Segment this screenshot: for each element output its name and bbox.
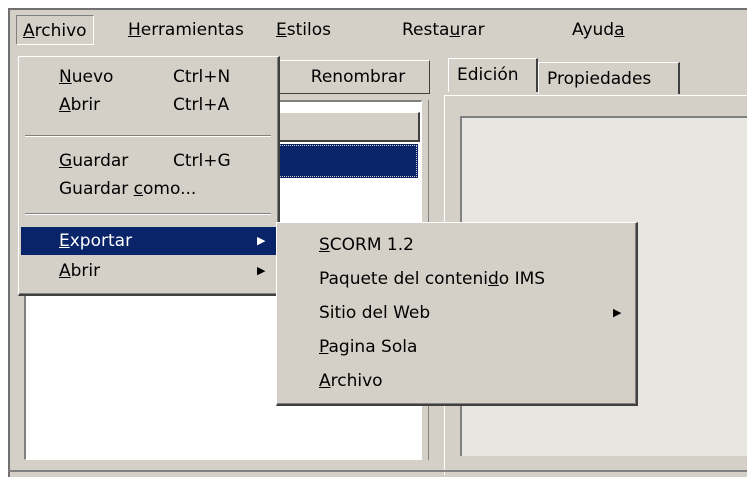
rename-button-label: Renombrar [310,67,406,87]
tab-label: Edición [457,65,519,85]
menu-label: stilos [286,20,331,40]
menu-item-pagina-sola[interactable]: Pagina Sola [279,333,633,361]
menu-item-label: CORM 1.2 [329,235,414,255]
menu-label: erramientas [140,20,244,40]
menu-item-guardar[interactable]: Guardar Ctrl+G [21,147,277,175]
mnemonic: E [59,231,70,251]
mnemonic: A [59,261,71,281]
menu-item-label: brir [70,261,101,281]
menu-label: Ayud [572,20,615,40]
menu-label: rar [460,20,485,40]
menu-item-archivo-export[interactable]: Archivo [279,367,633,395]
mnemonic: H [128,20,141,40]
archivo-menu: Nuevo Ctrl+N Abrir Ctrl+A Guardar Ctrl+G… [18,56,280,296]
menu-item-label: o IMS [498,269,546,289]
menu-item-paquete-ims[interactable]: Paquete del contenido IMS [279,265,633,293]
menu-item-exportar[interactable]: Exportar ▶ [21,227,277,255]
menu-label: rchivo [34,21,87,41]
mnemonic: S [319,235,330,255]
menu-item-label: rchivo [330,371,383,391]
menu-ayuda[interactable]: Ayuda [566,15,631,45]
menu-bar: Archivo Herramientas Estilos Restaurar A… [10,10,747,50]
exportar-submenu: SCORM 1.2 Paquete del contenido IMS Siti… [276,222,638,406]
mnemonic: a [614,20,625,40]
menu-item-label: Sitio del Web [319,303,431,323]
menu-archivo[interactable]: Archivo [16,15,94,45]
mnemonic: N [59,67,72,87]
submenu-arrow-icon: ▶ [613,306,622,319]
tab-label: Propiedades [547,69,652,89]
menu-item-label: brir [70,95,101,115]
submenu-arrow-icon: ▶ [257,234,266,247]
menu-item-abrir-submenu[interactable]: Abrir ▶ [21,257,277,285]
mnemonic: d [487,269,499,289]
shortcut-label: Ctrl+A [173,95,230,115]
submenu-arrow-icon: ▶ [257,264,266,277]
mnemonic: G [59,151,73,171]
menu-item-label: omo... [143,179,197,199]
tab-propiedades[interactable]: Propiedades [538,62,680,94]
shortcut-label: Ctrl+N [173,67,231,87]
mnemonic: c [133,179,144,199]
tab-edicion[interactable]: Edición [448,58,538,92]
menu-herramientas[interactable]: Herramientas [122,15,250,45]
mnemonic: P [319,337,329,357]
menu-item-label: Paquete del conteni [319,269,488,289]
mnemonic: A [59,95,71,115]
menu-estilos[interactable]: Estilos [270,15,337,45]
menu-separator [25,135,271,137]
menu-item-scorm[interactable]: SCORM 1.2 [279,231,633,259]
menu-item-abrir[interactable]: Abrir Ctrl+A [21,91,277,119]
menu-item-nuevo[interactable]: Nuevo Ctrl+N [21,63,277,91]
mnemonic: A [319,371,331,391]
bottom-edge [8,470,747,472]
menu-item-label: uardar [72,151,129,171]
menu-item-guardar-como[interactable]: Guardar como... [21,175,277,203]
shortcut-label: Ctrl+G [173,151,231,171]
menu-item-sitio-web[interactable]: Sitio del Web ▶ [279,299,633,327]
menu-item-label: Guardar [59,179,134,199]
menu-label: Resta [402,20,450,40]
mnemonic: E [276,20,287,40]
menu-separator [25,213,271,215]
menu-item-label: xportar [69,231,133,251]
mnemonic: u [449,20,461,40]
menu-restaurar[interactable]: Restaurar [396,15,491,45]
menu-item-label: agina Sola [328,337,418,357]
menu-item-label: uevo [71,67,114,87]
mnemonic: A [23,21,35,41]
